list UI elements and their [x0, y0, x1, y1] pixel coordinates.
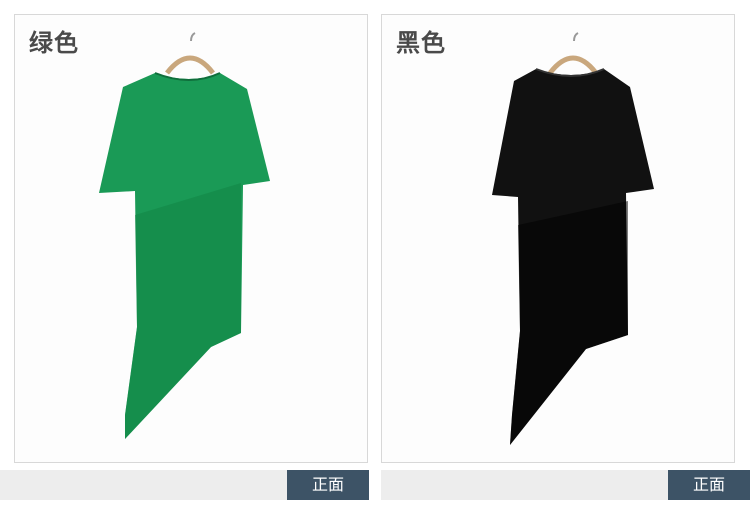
color-label-green: 绿色: [29, 29, 79, 57]
color-label-black: 黑色: [396, 29, 446, 57]
green-dress-image: [99, 32, 270, 439]
front-view-tag: 正面: [287, 470, 369, 500]
footer-bar-left: 正面: [0, 470, 369, 500]
product-image-green: 绿色: [14, 14, 368, 463]
footer-bar-right: 正面: [381, 470, 750, 500]
front-view-tag: 正面: [668, 470, 750, 500]
product-image-black: 黑色: [381, 14, 735, 463]
black-dress-image: [492, 32, 654, 445]
